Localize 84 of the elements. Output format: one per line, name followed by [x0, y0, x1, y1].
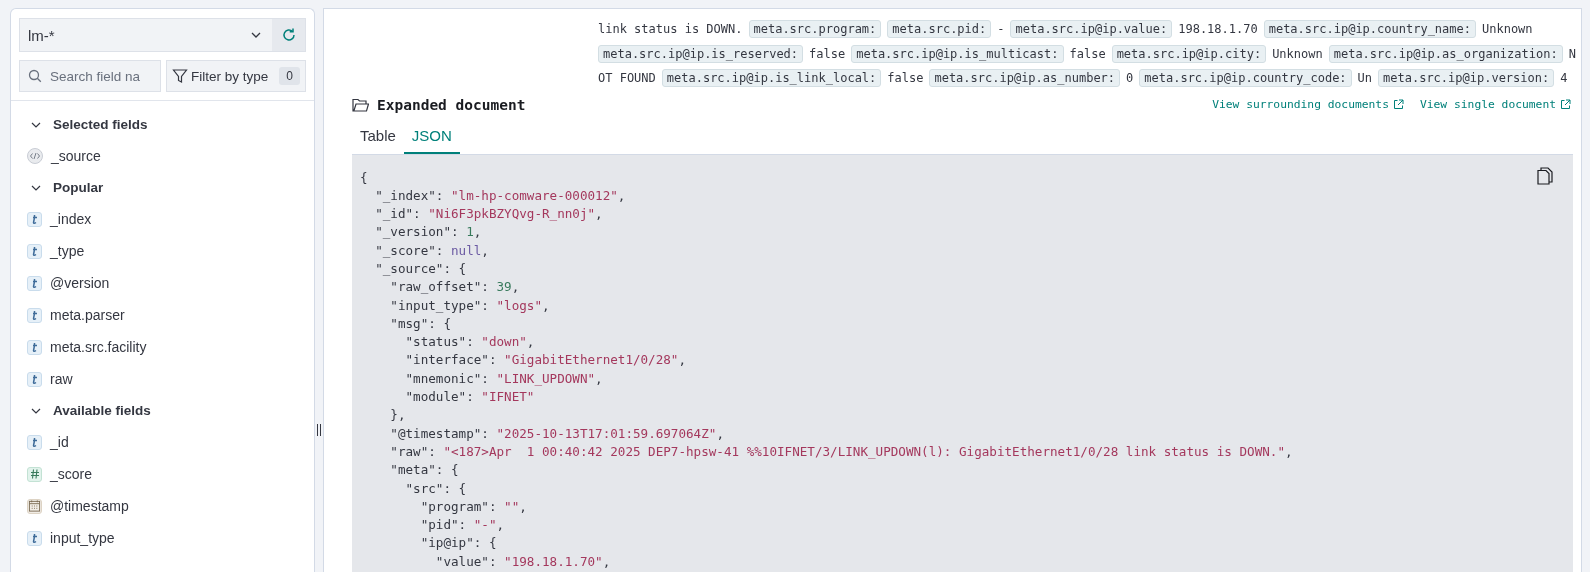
date-type-icon — [27, 498, 42, 514]
field-name-label: meta.src.ip@ip.country_code: — [1139, 69, 1352, 88]
string-type-icon — [27, 339, 42, 355]
field-name-label: meta.src.ip@ip.is_reserved: — [598, 44, 804, 63]
code-line: "interface": "GigabitEthernet1/0/28", — [404, 351, 687, 370]
count-badge: 0 — [279, 67, 300, 85]
field-item[interactable]: _id — [11, 426, 314, 458]
string-type-icon — [27, 275, 42, 291]
field-item[interactable]: meta.parser — [11, 299, 314, 331]
code-line: "raw_offset": 39, — [389, 278, 520, 297]
field-value: false — [809, 46, 846, 61]
code-line: "_index": "lm-hp-comware-000012", — [374, 186, 626, 205]
external-link-icon — [1392, 99, 1404, 110]
code-line: { — [360, 168, 368, 187]
code-line: "program": "", — [419, 497, 527, 516]
view-document-link[interactable]: View surrounding documents — [1212, 98, 1404, 111]
code-line: "src": { — [404, 479, 467, 498]
view-document-link[interactable]: View single document — [1419, 98, 1571, 111]
string-type-icon — [27, 307, 42, 323]
field-value: OT FOUND — [598, 71, 656, 86]
section-toggle[interactable]: Popular — [11, 172, 104, 203]
field-name-label: meta.src.pid: — [887, 20, 992, 39]
string-type-icon — [27, 530, 42, 546]
code-line: "_id": "Ni6F3pkBZYQvg-R_nn0j", — [374, 205, 603, 224]
code-line: "_score": null, — [374, 241, 489, 260]
code-line: "ip@ip": { — [419, 534, 497, 553]
source-type-icon — [27, 148, 43, 164]
field-item[interactable]: @timestamp — [11, 490, 314, 522]
string-type-icon — [27, 211, 42, 227]
field-name-label: meta.src.ip@ip.country_name: — [1263, 20, 1476, 39]
field-item[interactable]: raw — [11, 363, 314, 395]
field-name-label: meta.src.ip@ip.as_organization: — [1328, 44, 1563, 63]
field-value: N — [1568, 46, 1576, 61]
copy-icon[interactable] — [1537, 166, 1553, 185]
string-type-icon — [27, 243, 42, 259]
field-value: link status is DOWN. — [598, 22, 743, 37]
search-field[interactable]: Search field na — [19, 60, 161, 92]
field-name-label: meta.src.program: — [748, 20, 882, 39]
section-toggle[interactable]: Selected fields — [11, 109, 148, 140]
code-line: "@timestamp": "2025-10-13T17:01:59.697064Z", — [389, 424, 724, 443]
field-value: 0 — [1126, 71, 1134, 86]
code-line: "raw": "<187>Apr 1 00:40:42 2025 DEP7-hpsw-41 %%10IFNET/3/LINK_UPDOWN(l): GigabitEthernet1/0/28 link status is DOWN.", — [389, 442, 1293, 461]
string-type-icon — [27, 434, 42, 450]
field-value: Unknown — [1482, 22, 1533, 37]
field-name-label: meta.src.ip@ip.is_link_local: — [661, 69, 882, 88]
field-item[interactable]: _type — [11, 235, 314, 267]
field-value: 4 — [1560, 71, 1568, 86]
field-value: false — [1069, 46, 1106, 61]
code-line: "mnemonic": "LINK_UPDOWN", — [404, 369, 603, 388]
field-value: - — [997, 22, 1005, 37]
folder-icon — [352, 97, 369, 112]
string-type-icon — [27, 371, 42, 387]
code-line: "pid": "-", — [419, 516, 505, 535]
panel-title: Expanded document — [377, 96, 526, 113]
field-item[interactable]: _source — [11, 140, 314, 172]
field-value: Unknown — [1272, 46, 1323, 61]
field-name-label: meta.src.ip@ip.version: — [1378, 69, 1555, 88]
field-name-label: meta.src.ip@ip.as_number: — [929, 69, 1121, 88]
field-name-label: meta.src.ip@ip.is_multicast: — [851, 44, 1064, 63]
field-name-label: meta.src.ip@ip.city: — [1111, 44, 1267, 63]
number-type-icon — [27, 466, 42, 482]
code-line: "input_type": "logs", — [389, 296, 550, 315]
code-line: "meta": { — [389, 461, 459, 480]
code-line: "status": "down", — [404, 333, 535, 352]
field-item[interactable]: @version — [11, 267, 314, 299]
field-item[interactable]: meta.src.facility — [11, 331, 314, 363]
code-line: "_version": 1, — [374, 223, 482, 242]
field-name-label: meta.src.ip@ip.value: — [1010, 20, 1173, 39]
code-line: "_source": { — [374, 260, 467, 278]
filter-button[interactable]: Filter by type 0 — [166, 60, 306, 92]
field-item[interactable]: _score — [11, 458, 314, 490]
field-value: Un — [1357, 71, 1373, 86]
field-value: 198.18.1.70 — [1178, 22, 1258, 37]
code-line: "msg": { — [389, 314, 451, 333]
code-line: }, — [389, 406, 406, 425]
view-tab[interactable]: Table — [352, 119, 404, 154]
field-item[interactable]: _index — [11, 203, 314, 235]
code-line: "module": "IFNET" — [404, 388, 535, 407]
filter-icon — [172, 68, 188, 84]
field-item[interactable]: input_type — [11, 522, 314, 554]
section-toggle[interactable]: Available fields — [11, 395, 151, 426]
external-link-icon — [1560, 99, 1571, 110]
field-value: false — [887, 71, 924, 86]
code-line: "value": "198.18.1.70", — [434, 552, 611, 571]
